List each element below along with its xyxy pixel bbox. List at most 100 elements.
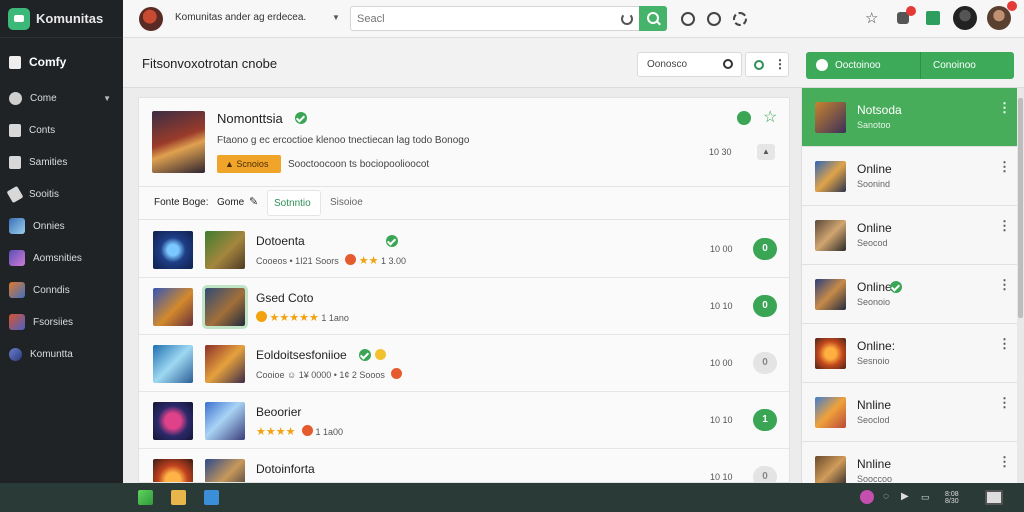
- join-button[interactable]: 0: [753, 352, 777, 374]
- search-button[interactable]: [639, 6, 667, 31]
- sidebar-item-onnies[interactable]: Onnies: [0, 212, 123, 240]
- member-item[interactable]: Online: Sesnoio ⋮: [802, 324, 1018, 383]
- system-clock[interactable]: 8:08 8/30: [945, 491, 959, 505]
- settings-icon[interactable]: [707, 12, 721, 26]
- edit-icon[interactable]: ✎: [249, 195, 258, 208]
- volume-icon[interactable]: ▶: [901, 492, 909, 502]
- wifi-icon[interactable]: ◌: [883, 492, 889, 502]
- brand[interactable]: Komunitas: [0, 0, 123, 38]
- notification-icon[interactable]: [1005, 1, 1017, 13]
- member-item[interactable]: Online Soonind ⋮: [802, 147, 1018, 206]
- member-item[interactable]: Notsoda Sanotoo ⋮: [802, 88, 1018, 147]
- scrollbar-thumb[interactable]: [1018, 98, 1023, 318]
- tab-active[interactable]: Sotnntio: [267, 190, 321, 216]
- search-input[interactable]: [357, 11, 607, 27]
- gear-icon[interactable]: [733, 12, 747, 26]
- sidebar-item-come[interactable]: Come ▼: [0, 84, 123, 112]
- game-art-icon: [9, 314, 25, 330]
- more-icon[interactable]: ⋮: [998, 101, 1011, 114]
- sidebar-item-komuntta[interactable]: Komuntta: [0, 340, 123, 368]
- community-card: Nomonttsia Ftaono g ec ercoctioe klenoo …: [138, 97, 790, 483]
- filter-value[interactable]: Gome: [217, 197, 244, 208]
- member-count-button[interactable]: ▲: [757, 144, 775, 160]
- coin-icon: [375, 349, 386, 360]
- user-avatar[interactable]: [953, 6, 977, 30]
- more-icon[interactable]: ⋮: [998, 278, 1011, 291]
- member-item[interactable]: Online Seocod ⋮: [802, 206, 1018, 265]
- more-icon[interactable]: ⋮: [998, 396, 1011, 409]
- sidebar-item-fsorsiies[interactable]: Fsorsiies: [0, 308, 123, 336]
- category-tag[interactable]: ▲ Scnoios: [217, 155, 281, 173]
- notification-icon[interactable]: [895, 6, 916, 27]
- chevron-down-icon[interactable]: ▼: [103, 94, 111, 103]
- chevron-down-icon[interactable]: ▼: [332, 13, 340, 22]
- sidebar-item-conts[interactable]: Conts: [0, 116, 123, 144]
- page-search[interactable]: Oonosco: [637, 52, 742, 77]
- list-item[interactable]: Dotoenta Cooeos • 1I21 Soors ★★ 1 3.00 1…: [139, 221, 789, 278]
- member-avatar: [815, 161, 846, 192]
- sidebar-footer: [0, 483, 123, 512]
- join-button[interactable]: 0: [753, 466, 777, 482]
- scrollbar[interactable]: [1017, 88, 1024, 483]
- badge-icon: [345, 254, 357, 265]
- primary-right-button[interactable]: Conoinoo: [933, 60, 976, 71]
- member-item[interactable]: Nnline Sooccoo ⋮: [802, 442, 1018, 487]
- battery-icon[interactable]: ▭: [921, 493, 930, 502]
- community-avatar[interactable]: [139, 7, 163, 31]
- more-icon[interactable]: ⋮: [998, 219, 1011, 232]
- tab-other[interactable]: Sisoioe: [330, 197, 363, 208]
- sidebar-item-label: Sooitis: [29, 188, 60, 200]
- sidebar-item-sooitis[interactable]: Sooitis: [0, 180, 123, 208]
- sidebar-item-aomsnities[interactable]: Aomsnities: [0, 244, 123, 272]
- more-icon[interactable]: ⋮: [998, 455, 1011, 468]
- verified-icon: [359, 349, 371, 361]
- page-search-label: Oonosco: [647, 59, 688, 70]
- app-icon[interactable]: [926, 11, 940, 25]
- list-item[interactable]: Dotoinforta 10 10 0: [139, 449, 789, 482]
- rating-value: 1 3.00: [380, 256, 407, 266]
- join-button[interactable]: 0: [753, 238, 777, 260]
- star-icon[interactable]: ☆: [763, 107, 777, 127]
- more-icon[interactable]: ⋮: [998, 337, 1011, 350]
- join-button[interactable]: 0: [753, 295, 777, 317]
- sidebar-item-label: Fsorsiies: [33, 316, 74, 328]
- member-avatar: [815, 338, 846, 369]
- sidebar-item-label: Aomsnities: [33, 252, 82, 264]
- list-item-count: 10 10: [710, 301, 733, 311]
- list-item[interactable]: Eoldoitsesfoniioe Cooioe ☺ 1¥ 0000 • 1¢ …: [139, 335, 789, 392]
- member-status: Seocod: [857, 238, 888, 248]
- join-button[interactable]: 1: [753, 409, 777, 431]
- folder-icon[interactable]: [171, 490, 186, 505]
- member-avatar: [815, 220, 846, 251]
- game-thumbnail: [202, 285, 248, 329]
- list-item-subtitle: ★★★★ 1 1a00: [256, 425, 343, 438]
- taskbar: ◌ ▶ ▭ 8:08 8/30: [123, 483, 1024, 512]
- list-item-count: 10 10: [710, 472, 733, 482]
- star-icon[interactable]: ☆: [865, 9, 878, 27]
- shield-icon[interactable]: [737, 111, 751, 125]
- member-item[interactable]: Nnline Seoclod ⋮: [802, 383, 1018, 442]
- notification-center-icon[interactable]: [985, 490, 1003, 505]
- app-tray-icon[interactable]: [860, 490, 874, 504]
- rating-value: 1 1ano: [321, 313, 349, 323]
- sidebar-item-samities[interactable]: Samities: [0, 148, 123, 176]
- more-icon[interactable]: ⋮: [998, 160, 1011, 173]
- sidebar-item-comfy[interactable]: Comfy: [0, 48, 123, 76]
- list-item[interactable]: Gsed Coto ★★★★★ 1 1ano 10 10 0: [139, 278, 789, 335]
- member-avatar: [815, 397, 846, 428]
- list-item[interactable]: Beoorier ★★★★ 1 1a00 10 10 1: [139, 392, 789, 449]
- refresh-icon[interactable]: [621, 13, 633, 25]
- more-icon[interactable]: ⋮: [774, 57, 786, 71]
- clock-time: 8:08: [945, 491, 959, 498]
- member-item[interactable]: Online Seonoio ⋮: [802, 265, 1018, 324]
- status-icon[interactable]: [754, 60, 764, 70]
- cloud-icon[interactable]: [681, 12, 695, 26]
- member-name: Nnline: [857, 398, 892, 412]
- start-icon[interactable]: [138, 490, 153, 505]
- sidebar-item-label: Conts: [29, 124, 56, 136]
- browser-icon[interactable]: [204, 490, 219, 505]
- brand-name: Komunitas: [36, 11, 104, 26]
- primary-left-button[interactable]: Ooctoinoo: [835, 60, 881, 71]
- sidebar-item-conndis[interactable]: Conndis: [0, 276, 123, 304]
- game-thumbnail: [153, 231, 193, 269]
